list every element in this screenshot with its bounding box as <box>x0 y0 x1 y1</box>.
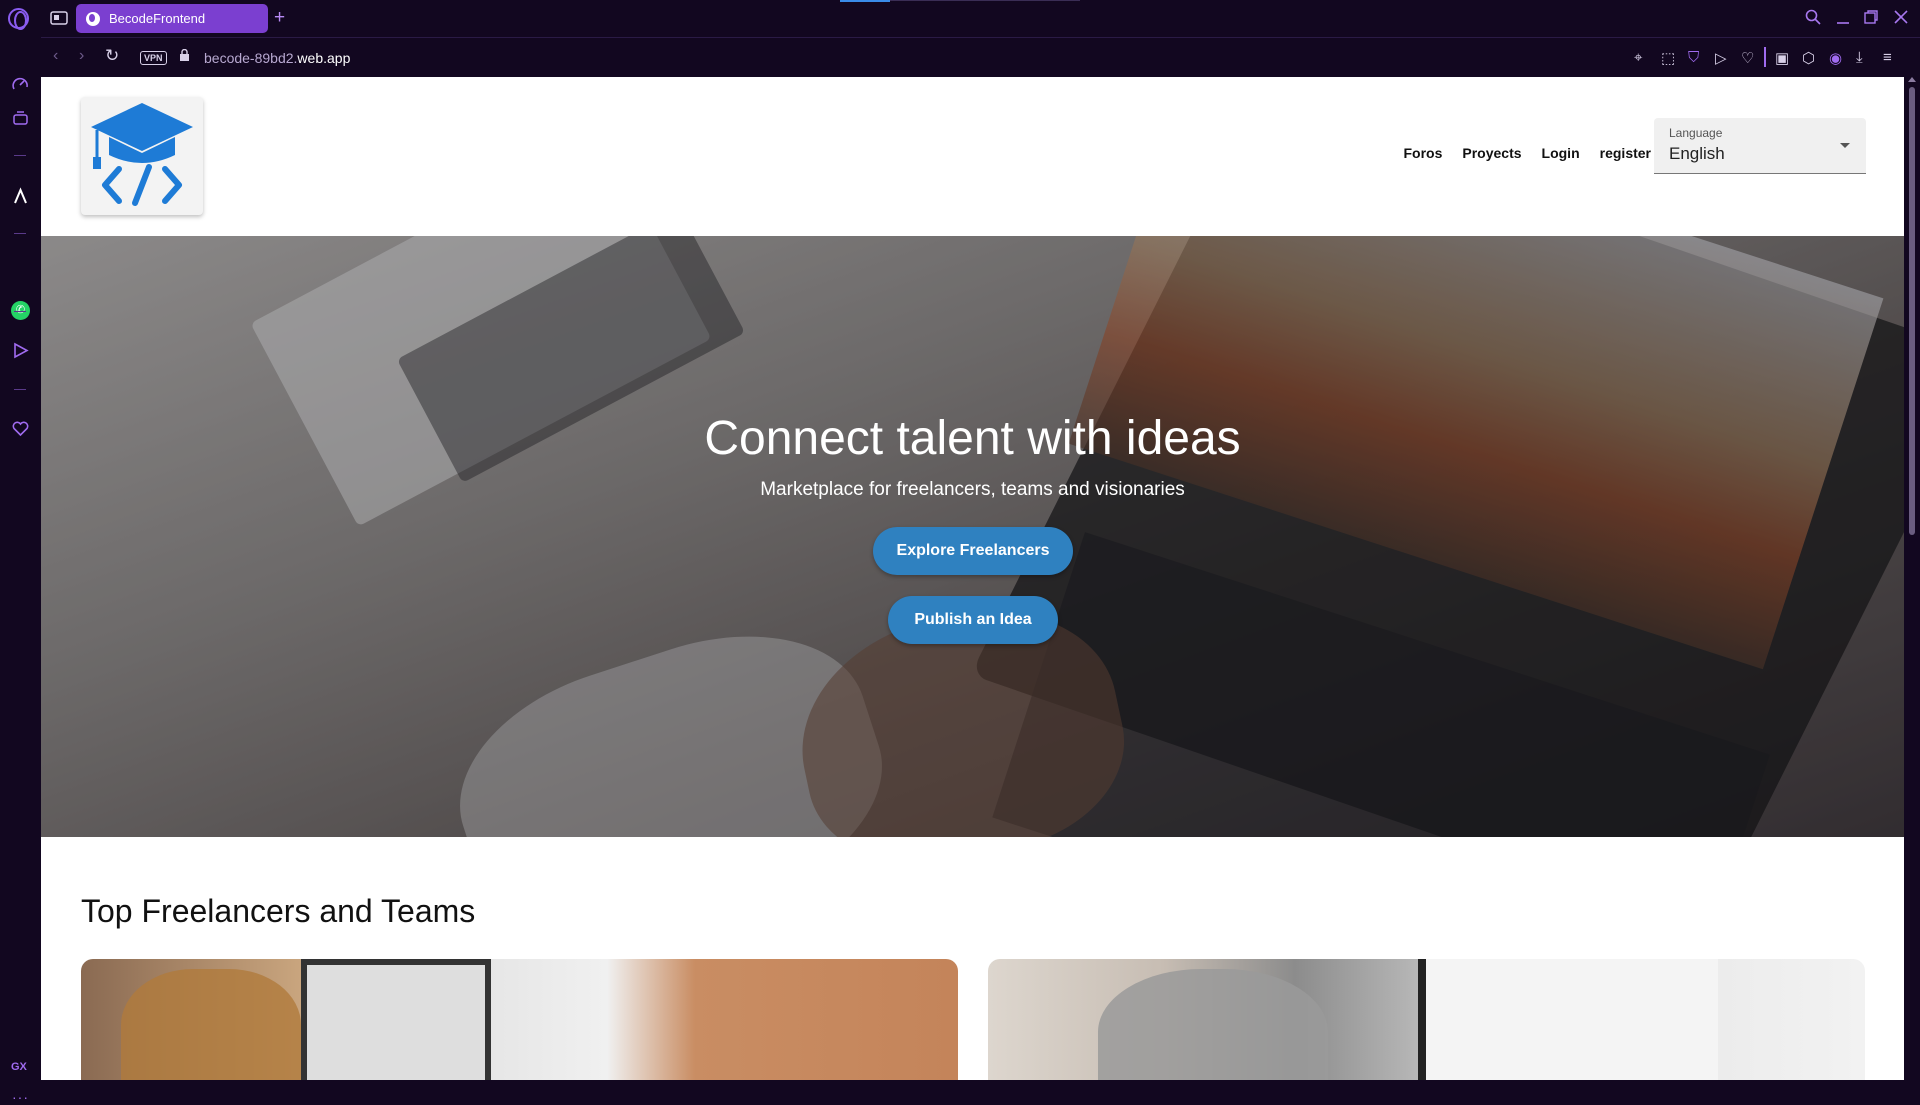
sidebar-more-icon[interactable]: ··· <box>12 1089 29 1105</box>
reload-icon[interactable]: ↻ <box>105 46 119 66</box>
gx-corner-icon[interactable] <box>11 109 30 128</box>
sidebar-separator <box>14 155 26 156</box>
card-image-monitor <box>301 959 491 1080</box>
back-icon[interactable]: ‹ <box>53 47 58 65</box>
nav-foros[interactable]: Foros <box>1403 145 1442 161</box>
site-logo[interactable] <box>81 97 203 215</box>
url-domain: web.app <box>297 50 351 66</box>
nav-register[interactable]: register <box>1600 145 1651 161</box>
extensions-icon[interactable]: ⬡ <box>1802 49 1815 67</box>
forward-icon[interactable]: › <box>79 47 84 65</box>
freelancer-card[interactable] <box>988 959 1865 1080</box>
nav-login[interactable]: Login <box>1542 145 1580 161</box>
opera-logo-icon[interactable] <box>8 8 29 30</box>
wallet-icon[interactable]: ▣ <box>1775 49 1789 67</box>
toolbar-separator <box>1764 47 1766 67</box>
section-title: Top Freelancers and Teams <box>81 893 476 929</box>
snapshot-icon[interactable]: ⬚ <box>1661 49 1675 67</box>
nav-proyects[interactable]: Proyects <box>1462 145 1521 161</box>
language-value: English <box>1669 144 1725 163</box>
lock-icon[interactable] <box>179 49 190 61</box>
close-icon[interactable] <box>1893 9 1909 25</box>
browser-titlebar: BecodeFrontend + <box>0 0 1920 37</box>
language-select[interactable]: Language English <box>1654 118 1866 174</box>
loading-indicator <box>840 0 890 2</box>
main-nav: Foros Proyects Login register <box>1403 145 1651 161</box>
restore-icon[interactable] <box>1863 9 1879 25</box>
page-viewport: Foros Proyects Login register Language E… <box>41 77 1904 1080</box>
download-icon[interactable]: ⤓ <box>1856 49 1863 66</box>
play-icon[interactable]: ▷ <box>1715 49 1727 67</box>
tab-islands-icon[interactable] <box>50 11 68 25</box>
tab-title: BecodeFrontend <box>109 11 206 26</box>
site-header: Foros Proyects Login register Language E… <box>41 77 1904 236</box>
card-image-person <box>121 969 301 1080</box>
player-icon[interactable] <box>11 341 30 360</box>
loading-track <box>890 0 1080 1</box>
card-image-person <box>1098 969 1328 1080</box>
sidebar-separator <box>14 233 26 234</box>
pin-icon[interactable]: ⌖ <box>1634 49 1642 66</box>
new-tab-button[interactable]: + <box>274 7 285 29</box>
aria-icon[interactable] <box>11 187 30 206</box>
sidebar-separator <box>14 311 26 312</box>
favorite-heart-icon[interactable]: ♡ <box>1741 49 1754 67</box>
minimize-icon[interactable] <box>1835 9 1851 25</box>
hero-title: Connect talent with ideas <box>704 412 1241 465</box>
heart-icon[interactable] <box>11 419 30 438</box>
freelancer-card[interactable] <box>81 959 958 1080</box>
page-scrollbar[interactable] <box>1904 77 1920 1080</box>
explore-freelancers-button[interactable]: Explore Freelancers <box>873 527 1073 575</box>
browser-sidebar: ✆ GX ··· <box>0 37 41 1105</box>
vpn-badge[interactable]: VPN <box>140 51 167 65</box>
profile-icon[interactable]: ◉ <box>1829 49 1842 67</box>
hero-subtitle: Marketplace for freelancers, teams and v… <box>760 479 1185 500</box>
card-image-monitor <box>1418 959 1718 1080</box>
graduation-cap-code-icon <box>91 103 193 206</box>
gx-label[interactable]: GX <box>11 1061 27 1073</box>
url-field[interactable]: becode-89bd2.web.app <box>204 50 350 66</box>
globe-icon <box>86 11 100 26</box>
active-tab[interactable]: BecodeFrontend <box>76 4 268 33</box>
speed-dial-icon[interactable] <box>11 75 30 94</box>
scrollbar-thumb[interactable] <box>1909 87 1915 535</box>
search-icon[interactable] <box>1805 9 1821 25</box>
scroll-up-icon[interactable] <box>1908 77 1916 82</box>
publish-idea-button[interactable]: Publish an Idea <box>888 596 1058 644</box>
sidebar-separator <box>14 389 26 390</box>
url-subdomain: becode-89bd2. <box>204 50 298 66</box>
menu-icon[interactable]: ≡ <box>1883 49 1892 66</box>
hero-banner: Connect talent with ideas Marketplace fo… <box>41 236 1904 837</box>
caret-down-icon <box>1840 143 1850 148</box>
shield-icon[interactable]: ⛉ <box>1688 49 1699 66</box>
language-label: Language <box>1669 126 1723 140</box>
address-bar: ‹ › ↻ VPN becode-89bd2.web.app ⌖ ⬚ ⛉ ▷ ♡… <box>41 37 1920 77</box>
